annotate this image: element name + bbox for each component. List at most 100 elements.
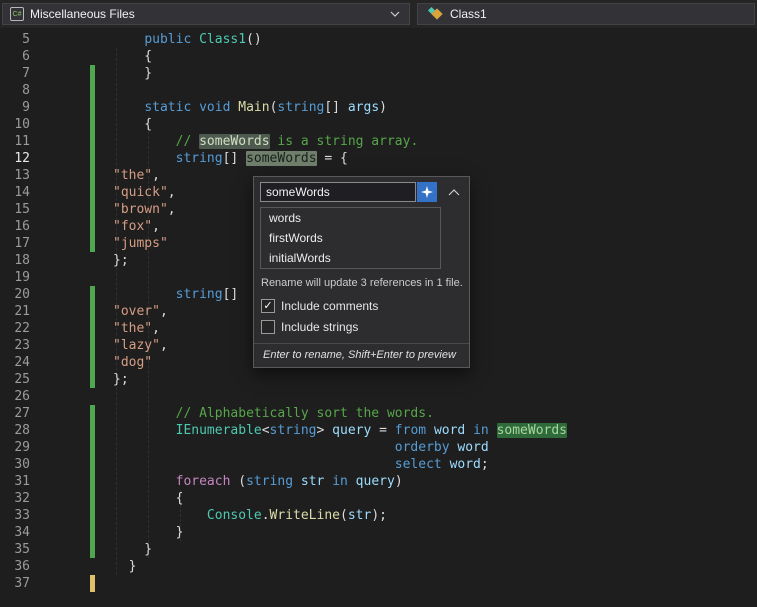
- chevron-down-icon: [390, 11, 400, 17]
- code-token: select: [394, 457, 442, 472]
- rename-suggestions-button[interactable]: [417, 182, 437, 202]
- rename-footer-hint: Enter to rename, Shift+Enter to preview: [254, 343, 469, 367]
- code-text: "jumps": [113, 235, 168, 252]
- change-bar-empty: [90, 48, 95, 65]
- code-token: }: [113, 542, 153, 557]
- code-token: in: [332, 474, 348, 489]
- line-number: 6: [22, 49, 30, 64]
- line-number: 33: [14, 508, 30, 523]
- rename-input-row: [260, 182, 463, 202]
- code-token: string: [175, 287, 223, 302]
- rename-info-text: Rename will update 3 references in 1 fil…: [261, 277, 463, 289]
- code-text: }: [113, 541, 152, 558]
- code-token: word: [457, 440, 489, 455]
- code-line: 11 // someWords is a string array.: [0, 133, 567, 150]
- code-token: };: [113, 372, 129, 387]
- line-number: 31: [14, 474, 30, 489]
- code-text: IEnumerable<string> query = from word in…: [113, 422, 568, 439]
- code-token: Class1: [199, 32, 247, 47]
- code-text: "the",: [113, 320, 160, 337]
- line-number: 25: [14, 372, 30, 387]
- suggestion-item[interactable]: words: [261, 208, 440, 228]
- type-dropdown[interactable]: Class1: [417, 3, 755, 25]
- code-token: WriteLine: [269, 508, 340, 523]
- change-bar: [90, 303, 95, 320]
- change-bar: [90, 133, 95, 150]
- sparkle-icon: [420, 186, 433, 198]
- code-line: 31 foreach (string str in query): [0, 473, 567, 490]
- code-token: []: [222, 287, 239, 302]
- code-text: };: [113, 371, 129, 388]
- rename-popup: wordsfirstWordsinitialWords Rename will …: [253, 176, 470, 368]
- code-token: = {: [316, 151, 348, 166]
- code-text: "brown",: [113, 201, 176, 218]
- code-line: 37: [0, 575, 567, 592]
- code-line: 8: [0, 82, 567, 99]
- line-number: 37: [14, 576, 30, 591]
- code-line: 30 select word;: [0, 456, 567, 473]
- code-token: query: [355, 474, 395, 489]
- change-bar: [90, 201, 95, 218]
- change-bar: [90, 371, 95, 388]
- line-number: 26: [14, 389, 30, 404]
- code-token: someWords: [496, 423, 568, 438]
- code-text: "over",: [113, 303, 168, 320]
- code-line: 28 IEnumerable<string> query = from word…: [0, 422, 568, 439]
- suggestion-item[interactable]: initialWords: [261, 248, 440, 268]
- line-number: 16: [14, 219, 30, 234]
- code-text: Console.WriteLine(str);: [113, 507, 387, 524]
- code-text: {: [113, 116, 152, 133]
- code-line: 12 string[] someWords = {: [0, 150, 567, 167]
- change-bar: [90, 422, 95, 439]
- code-token: //: [175, 134, 200, 149]
- suggestion-item[interactable]: firstWords: [261, 228, 440, 248]
- code-token: "the": [113, 168, 153, 183]
- checkbox-label: Include comments: [281, 298, 379, 313]
- code-token: };: [113, 253, 129, 268]
- line-number: 30: [14, 457, 30, 472]
- code-token: "the": [113, 321, 153, 336]
- code-text: orderby word: [113, 439, 489, 456]
- rename-input[interactable]: [260, 182, 416, 202]
- code-token: (: [230, 474, 247, 489]
- change-bar: [90, 439, 95, 456]
- code-token: "fox": [113, 219, 153, 234]
- code-token: <: [261, 423, 270, 438]
- change-bar: [90, 456, 95, 473]
- code-token: );: [371, 508, 387, 523]
- code-line: 32 {: [0, 490, 567, 507]
- code-token: ,: [167, 202, 176, 217]
- csharp-file-icon: C#: [10, 7, 24, 21]
- line-number: 28: [14, 423, 30, 438]
- code-token: someWords: [199, 134, 270, 149]
- change-bar: [90, 65, 95, 82]
- project-dropdown[interactable]: C# Miscellaneous Files: [2, 3, 410, 25]
- code-token: .: [261, 508, 270, 523]
- change-bar: [90, 116, 95, 133]
- change-bar-empty: [90, 31, 95, 48]
- code-line: 5 public Class1(): [0, 31, 567, 48]
- line-number: 24: [14, 355, 30, 370]
- line-number: 12: [14, 151, 30, 166]
- code-token: >: [316, 423, 333, 438]
- line-number: 20: [14, 287, 30, 302]
- code-token: {: [113, 117, 153, 132]
- line-number: 18: [14, 253, 30, 268]
- code-text: "dog": [113, 354, 152, 371]
- code-text: select word;: [113, 456, 489, 473]
- collapse-suggestions-button[interactable]: [445, 183, 463, 201]
- code-token: someWords: [246, 151, 317, 166]
- code-token: is a string array.: [269, 134, 419, 149]
- code-token: void: [199, 100, 231, 115]
- code-token: ): [394, 474, 403, 489]
- code-token: "over": [113, 304, 160, 319]
- rename-suggestions-list: words firstWords initialWords: [260, 207, 441, 269]
- code-token: IEnumerable: [175, 423, 262, 438]
- checkbox-unchecked[interactable]: [261, 319, 275, 334]
- change-bar-empty: [90, 252, 95, 269]
- checkbox-checked[interactable]: ✓: [261, 298, 275, 313]
